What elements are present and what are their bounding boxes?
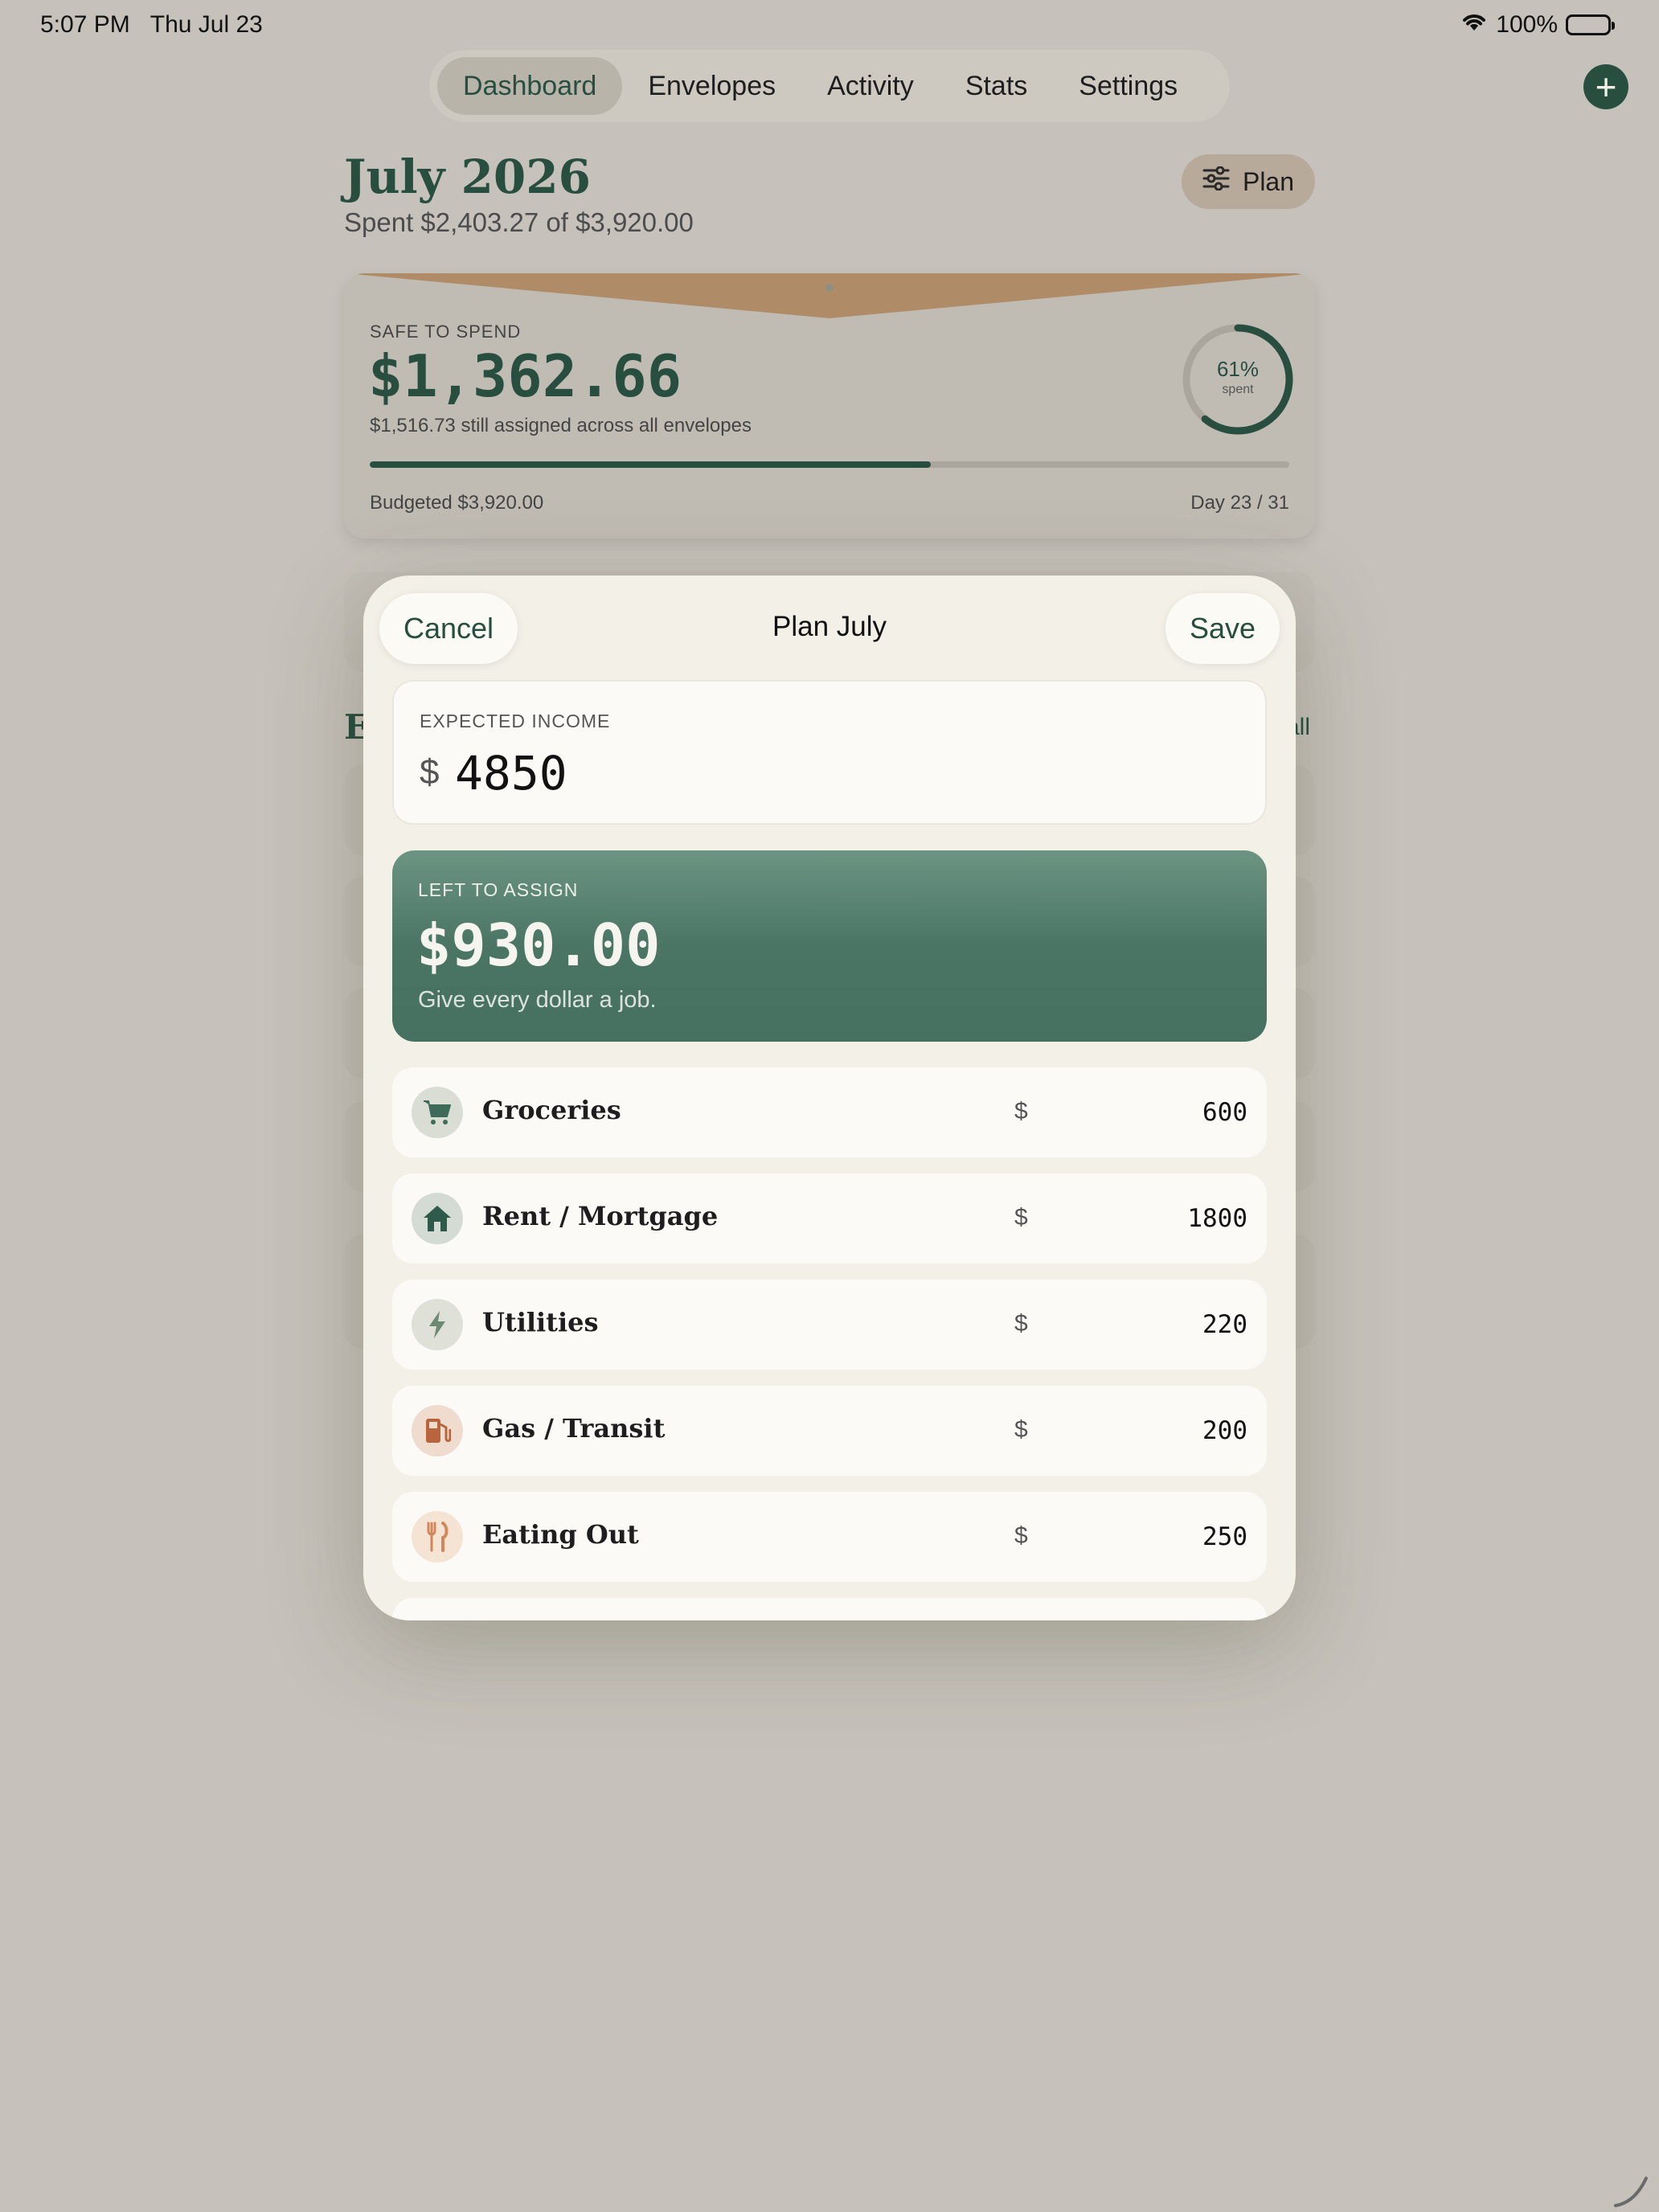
currency-symbol: $ bbox=[1014, 1098, 1028, 1124]
sliders-icon bbox=[1202, 166, 1230, 197]
tab-dashboard[interactable]: Dashboard bbox=[437, 57, 623, 115]
expected-income-input[interactable]: 4850 bbox=[455, 746, 567, 801]
currency-symbol: $ bbox=[1014, 1310, 1028, 1337]
bolt-icon bbox=[412, 1299, 463, 1350]
currency-symbol: $ bbox=[1014, 1522, 1028, 1549]
left-to-assign-amount: $930.00 bbox=[416, 911, 661, 979]
plan-modal: Cancel Plan July Save EXPECTED INCOME $ … bbox=[363, 576, 1296, 1620]
envelope-name: Groceries bbox=[482, 1095, 621, 1125]
safe-to-spend-label: SAFE TO SPEND bbox=[370, 322, 522, 342]
expected-income-card: EXPECTED INCOME $ 4850 bbox=[392, 680, 1267, 825]
tab-settings[interactable]: Settings bbox=[1053, 57, 1203, 115]
page-title: July 2026 bbox=[344, 150, 591, 204]
envelope-name: Utilities bbox=[482, 1307, 599, 1337]
day-counter: Day 23 / 31 bbox=[1190, 492, 1289, 514]
save-button[interactable]: Save bbox=[1165, 593, 1280, 664]
tab-activity[interactable]: Activity bbox=[801, 57, 940, 115]
ring-percent: 61% bbox=[1216, 357, 1260, 381]
envelope-amount-input[interactable]: 1800 bbox=[1187, 1204, 1247, 1233]
plan-button-label: Plan bbox=[1242, 166, 1295, 196]
spent-summary: Spent $2,403.27 of $3,920.00 bbox=[344, 207, 694, 237]
envelope-name: Gas / Transit bbox=[482, 1413, 666, 1444]
envelope-amount-input[interactable]: 220 bbox=[1202, 1310, 1247, 1339]
spent-ring: 61% spent bbox=[1180, 322, 1296, 437]
expected-income-label: EXPECTED INCOME bbox=[420, 711, 611, 731]
budgeted-total: Budgeted $3,920.00 bbox=[370, 492, 544, 514]
battery-percent: 100% bbox=[1496, 11, 1558, 38]
envelope-name: Eating Out bbox=[482, 1519, 639, 1550]
envelope-amount-input[interactable]: 250 bbox=[1202, 1522, 1247, 1551]
plus-icon: + bbox=[1595, 66, 1617, 108]
envelope-name: Rent / Mortgage bbox=[482, 1201, 719, 1231]
tab-envelopes[interactable]: Envelopes bbox=[622, 57, 801, 115]
left-to-assign-label: LEFT TO ASSIGN bbox=[418, 879, 579, 900]
envelope-flap bbox=[344, 273, 1315, 318]
tab-stats[interactable]: Stats bbox=[940, 57, 1053, 115]
cart-icon bbox=[412, 1087, 463, 1138]
plan-button[interactable]: Plan bbox=[1182, 154, 1315, 209]
envelope-row-utilities: Utilities $ 220 bbox=[392, 1280, 1267, 1370]
battery-icon bbox=[1566, 14, 1615, 35]
status-indicators: 100% bbox=[1460, 11, 1615, 39]
resize-corner-indicator[interactable] bbox=[1611, 2170, 1651, 2210]
ring-label: spent bbox=[1222, 383, 1254, 396]
envelope-row-rent: Rent / Mortgage $ 1800 bbox=[392, 1174, 1267, 1264]
modal-title: Plan July bbox=[772, 611, 887, 642]
left-to-assign-card: LEFT TO ASSIGN $930.00 Give every dollar… bbox=[392, 850, 1267, 1042]
currency-symbol: $ bbox=[420, 752, 440, 792]
envelope-amount-input[interactable]: 600 bbox=[1202, 1098, 1247, 1127]
envelope-row-groceries: Groceries $ 600 bbox=[392, 1067, 1267, 1157]
fork-knife-icon bbox=[412, 1511, 463, 1563]
spent-progress-bar bbox=[370, 461, 1289, 468]
assigned-note: $1,516.73 still assigned across all enve… bbox=[370, 415, 752, 436]
fuel-pump-icon bbox=[412, 1405, 463, 1456]
safe-to-spend-amount: $1,362.66 bbox=[368, 342, 682, 410]
currency-symbol: $ bbox=[1014, 1416, 1028, 1443]
add-button[interactable]: + bbox=[1583, 64, 1628, 109]
status-time: 5:07 PM Thu Jul 23 bbox=[40, 11, 263, 38]
left-to-assign-note: Give every dollar a job. bbox=[418, 987, 657, 1013]
currency-symbol: $ bbox=[1014, 1204, 1028, 1231]
envelope-row-gas: Gas / Transit $ 200 bbox=[392, 1386, 1267, 1476]
envelope-row-eating-out: Eating Out $ 250 bbox=[392, 1492, 1267, 1582]
house-icon bbox=[412, 1193, 463, 1244]
top-nav: Dashboard Envelopes Activity Stats Setti… bbox=[429, 50, 1230, 122]
safe-to-spend-card[interactable]: SAFE TO SPEND $1,362.66 $1,516.73 still … bbox=[344, 273, 1315, 539]
wifi-icon bbox=[1460, 11, 1488, 39]
envelope-amount-input[interactable]: 200 bbox=[1202, 1416, 1247, 1445]
envelope-row-partial bbox=[392, 1598, 1267, 1620]
